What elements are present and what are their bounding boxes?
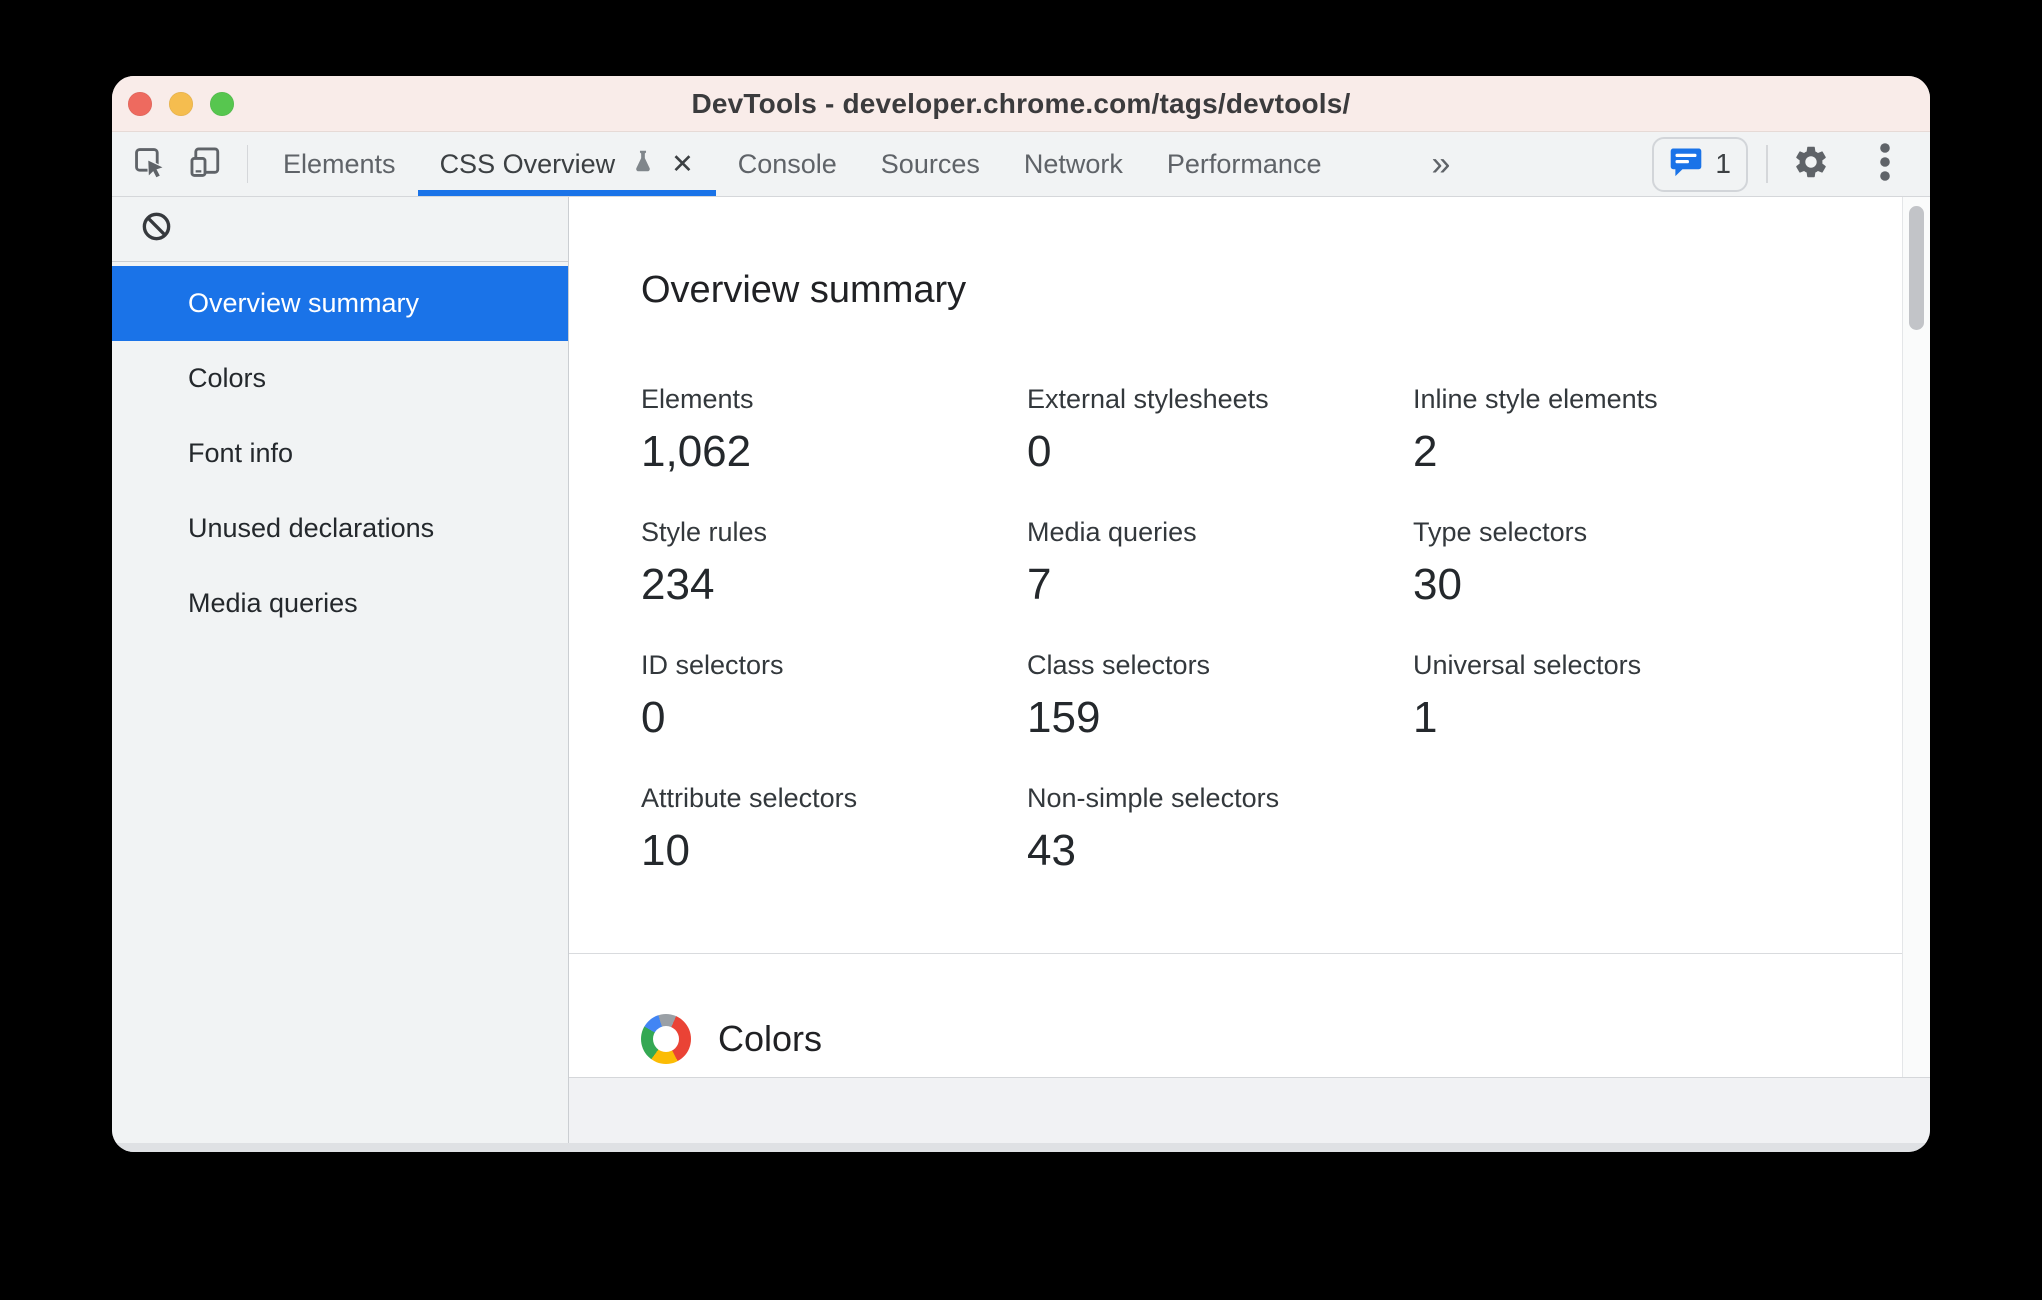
stat-value: 7 bbox=[1027, 560, 1052, 609]
tab-label: CSS Overview bbox=[439, 148, 616, 179]
experiment-flask-icon bbox=[630, 147, 656, 182]
more-tabs-button[interactable]: » bbox=[1421, 132, 1460, 196]
inspect-element-button[interactable] bbox=[132, 147, 166, 181]
tab-label: Performance bbox=[1166, 148, 1322, 179]
stat-value: 43 bbox=[1027, 826, 1076, 875]
page-title: Overview summary bbox=[641, 269, 967, 311]
stat-media-queries: Media queries 7 bbox=[1027, 517, 1413, 617]
clear-overview-button[interactable] bbox=[139, 212, 173, 246]
tab-console[interactable]: Console bbox=[716, 132, 859, 196]
sidebar-item-media-queries[interactable]: Media queries bbox=[112, 566, 568, 641]
window-title: DevTools - developer.chrome.com/tags/dev… bbox=[691, 87, 1351, 119]
inspect-cursor-icon bbox=[132, 145, 166, 184]
close-window-button[interactable] bbox=[128, 92, 152, 116]
devtools-window: DevTools - developer.chrome.com/tags/dev… bbox=[112, 76, 1930, 1152]
devtools-tabbar: Elements CSS Overview ✕ Console Sources … bbox=[112, 132, 1930, 197]
css-overview-sidebar: Overview summary Colors Font info Unused… bbox=[112, 197, 569, 1143]
tab-performance[interactable]: Performance bbox=[1145, 132, 1344, 196]
devtools-body: Overview summary Colors Font info Unused… bbox=[112, 197, 1930, 1143]
sidebar-item-label: Font info bbox=[188, 438, 294, 468]
overview-panel: Overview summary Elements 1,062 External… bbox=[569, 197, 1930, 1077]
stat-label: External stylesheets bbox=[1027, 384, 1269, 414]
tab-label: Elements bbox=[283, 148, 396, 179]
stat-inline-style-elements: Inline style elements 2 bbox=[1413, 384, 1799, 484]
toggle-device-toolbar-button[interactable] bbox=[188, 147, 222, 181]
stat-label: Style rules bbox=[641, 517, 768, 547]
content-column: Overview summary Elements 1,062 External… bbox=[569, 197, 1930, 1143]
sidebar-item-label: Media queries bbox=[188, 588, 358, 618]
minimize-window-button[interactable] bbox=[169, 92, 193, 116]
stat-label: ID selectors bbox=[641, 650, 784, 680]
sidebar-item-overview-summary[interactable]: Overview summary bbox=[112, 266, 568, 341]
stat-external-stylesheets: External stylesheets 0 bbox=[1027, 384, 1413, 484]
stat-attribute-selectors: Attribute selectors 10 bbox=[641, 783, 1027, 883]
window-bottom-edge bbox=[112, 1143, 1930, 1152]
stat-value: 234 bbox=[641, 560, 715, 609]
sidebar-item-colors[interactable]: Colors bbox=[112, 341, 568, 416]
traffic-lights bbox=[128, 92, 234, 116]
sidebar-item-label: Colors bbox=[188, 363, 267, 393]
tabbar-separator bbox=[247, 145, 248, 183]
sidebar-item-font-info[interactable]: Font info bbox=[112, 416, 568, 491]
stat-elements: Elements 1,062 bbox=[641, 384, 1027, 484]
titlebar: DevTools - developer.chrome.com/tags/dev… bbox=[112, 76, 1930, 132]
stat-value: 0 bbox=[1027, 427, 1052, 476]
stat-label: Elements bbox=[641, 384, 754, 414]
sidebar-toolbar bbox=[112, 197, 568, 262]
tabbar-left-tools bbox=[132, 132, 222, 196]
bottom-band bbox=[569, 1077, 1930, 1143]
block-icon bbox=[141, 211, 172, 247]
stat-value: 2 bbox=[1413, 427, 1438, 476]
stat-label: Media queries bbox=[1027, 517, 1197, 547]
tab-network[interactable]: Network bbox=[1002, 132, 1145, 196]
scrollbar-thumb[interactable] bbox=[1909, 206, 1924, 330]
stat-universal-selectors: Universal selectors 1 bbox=[1413, 650, 1799, 750]
stat-value: 10 bbox=[641, 826, 690, 875]
kebab-menu-button[interactable] bbox=[1868, 142, 1902, 183]
stat-id-selectors: ID selectors 0 bbox=[641, 650, 1027, 750]
stat-type-selectors: Type selectors 30 bbox=[1413, 517, 1799, 617]
tab-sources[interactable]: Sources bbox=[859, 132, 1002, 196]
device-toolbar-icon bbox=[188, 145, 222, 184]
stat-value: 0 bbox=[641, 693, 666, 742]
gear-icon bbox=[1792, 143, 1830, 186]
sidebar-items: Overview summary Colors Font info Unused… bbox=[112, 266, 568, 641]
stat-label: Type selectors bbox=[1413, 517, 1588, 547]
stat-label: Attribute selectors bbox=[641, 783, 858, 813]
settings-button[interactable] bbox=[1792, 145, 1830, 183]
zoom-window-button[interactable] bbox=[210, 92, 234, 116]
stat-value: 30 bbox=[1413, 560, 1462, 609]
close-tab-icon[interactable]: ✕ bbox=[671, 150, 694, 178]
sidebar-item-label: Unused declarations bbox=[188, 513, 435, 543]
stat-label: Universal selectors bbox=[1413, 650, 1642, 680]
stat-value: 1 bbox=[1413, 693, 1438, 742]
tab-label: Console bbox=[737, 148, 837, 179]
tab-label: Sources bbox=[880, 148, 980, 179]
tab-label: Network bbox=[1023, 148, 1123, 179]
sidebar-item-unused-declarations[interactable]: Unused declarations bbox=[112, 491, 568, 566]
color-wheel-icon bbox=[641, 1014, 691, 1064]
stat-style-rules: Style rules 234 bbox=[641, 517, 1027, 617]
stat-label: Inline style elements bbox=[1413, 384, 1658, 414]
issues-messages-button[interactable]: 1 bbox=[1652, 136, 1748, 192]
stat-value: 159 bbox=[1027, 693, 1101, 742]
colors-section-header: Colors bbox=[569, 954, 1930, 1064]
panel-tabs: Elements CSS Overview ✕ Console Sources … bbox=[261, 132, 1343, 196]
stat-non-simple-selectors: Non-simple selectors 43 bbox=[1027, 783, 1413, 883]
colors-section-title: Colors bbox=[718, 1018, 823, 1059]
right-tools-separator bbox=[1766, 145, 1768, 183]
chat-bubble-icon bbox=[1669, 146, 1703, 183]
tab-css-overview[interactable]: CSS Overview ✕ bbox=[417, 132, 716, 196]
messages-count: 1 bbox=[1715, 148, 1731, 179]
summary-stats-grid: Elements 1,062 External stylesheets 0 In… bbox=[641, 384, 1830, 916]
tabbar-right-tools: 1 bbox=[1652, 132, 1930, 196]
sidebar-item-label: Overview summary bbox=[188, 288, 420, 318]
stat-value: 1,062 bbox=[641, 427, 752, 476]
stat-label: Class selectors bbox=[1027, 650, 1211, 680]
stat-label: Non-simple selectors bbox=[1027, 783, 1280, 813]
stat-class-selectors: Class selectors 159 bbox=[1027, 650, 1413, 750]
vertical-scrollbar[interactable] bbox=[1902, 197, 1930, 1077]
tab-elements[interactable]: Elements bbox=[261, 132, 418, 196]
three-dots-icon bbox=[1879, 142, 1891, 187]
